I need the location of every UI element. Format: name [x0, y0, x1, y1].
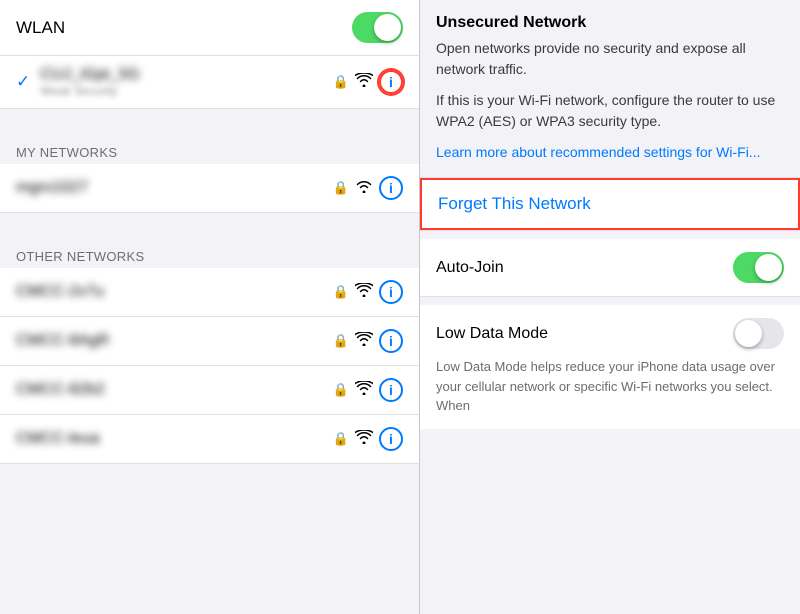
wifi-network-list: WLAN ✓ CUJ_iGpt_5G Weak Security 🔒 i [0, 0, 420, 614]
gap-autojoin [420, 231, 800, 239]
lock-icon-other1: 🔒 [333, 333, 349, 349]
other-network-info-button-0[interactable]: i [379, 280, 403, 304]
low-data-toggle[interactable] [733, 318, 784, 349]
forget-network-button[interactable]: Forget This Network [438, 194, 591, 214]
wlan-row: WLAN [0, 0, 419, 56]
unsecured-network-block: Unsecured Network Open networks provide … [420, 0, 800, 177]
auto-join-row: Auto-Join [420, 239, 800, 297]
other-network-icons-0: 🔒 i [333, 280, 403, 304]
my-network-icons-1: 🔒 i [333, 176, 403, 200]
connected-network-row: ✓ CUJ_iGpt_5G Weak Security 🔒 i [0, 56, 419, 109]
connected-network-sub: Weak Security [40, 84, 333, 98]
connected-checkmark: ✓ [16, 72, 30, 92]
other-network-icons-1: 🔒 i [333, 329, 403, 353]
lock-icon-my1: 🔒 [333, 180, 349, 196]
other-network-icons-2: 🔒 i [333, 378, 403, 402]
lock-icon-other2: 🔒 [333, 382, 349, 398]
auto-join-toggle[interactable] [733, 252, 784, 283]
my-network-name-1: mgro1027 [16, 179, 333, 197]
wifi-icon-other0 [355, 283, 373, 301]
network-detail-panel: Unsecured Network Open networks provide … [420, 0, 800, 614]
connected-network-name: CUJ_iGpt_5G [40, 66, 333, 84]
wifi-icon-other2 [355, 381, 373, 399]
low-data-description: Low Data Mode helps reduce your iPhone d… [436, 357, 784, 416]
other-network-info-button-3[interactable]: i [379, 427, 403, 451]
wifi-signal-icon [355, 73, 373, 91]
unsecured-network-text-1: Open networks provide no security and ex… [436, 38, 784, 80]
low-data-section: Low Data Mode Low Data Mode helps reduce… [420, 305, 800, 429]
wlan-toggle[interactable] [352, 12, 403, 43]
other-network-name-2: CMCC-82b2 [16, 381, 333, 399]
my-network-row-1: mgro1027 🔒 i [0, 164, 419, 213]
other-network-row-1: CMCC-8AgR 🔒 i [0, 317, 419, 366]
forget-network-row[interactable]: Forget This Network [420, 178, 800, 230]
gap-lowdata [420, 297, 800, 305]
wifi-icon-my1 [355, 179, 373, 197]
my-networks-header: MY NETWORKS [0, 137, 419, 164]
other-network-icons-3: 🔒 i [333, 427, 403, 451]
unsecured-network-title: Unsecured Network [436, 14, 784, 32]
other-network-row-2: CMCC-82b2 🔒 i [0, 366, 419, 415]
learn-more-link[interactable]: Learn more about recommended settings fo… [436, 142, 784, 163]
other-network-name-1: CMCC-8AgR [16, 332, 333, 350]
lock-icon-other3: 🔒 [333, 431, 349, 447]
other-network-row-3: CMCC-leua 🔒 i [0, 415, 419, 464]
gap-1 [0, 109, 419, 137]
auto-join-label: Auto-Join [436, 259, 733, 277]
lock-icon: 🔒 [333, 74, 349, 90]
connected-network-info: CUJ_iGpt_5G Weak Security [40, 66, 333, 98]
gap-2 [0, 213, 419, 241]
unsecured-network-text-2: If this is your Wi-Fi network, configure… [436, 90, 784, 132]
other-network-info-button-2[interactable]: i [379, 378, 403, 402]
wifi-icon-other3 [355, 430, 373, 448]
forget-network-section: Forget This Network [420, 177, 800, 231]
my-network-info-button-1[interactable]: i [379, 176, 403, 200]
other-network-name-3: CMCC-leua [16, 430, 333, 448]
other-networks-header: OTHER NETWORKS [0, 241, 419, 268]
other-network-row-0: CMCC-2v7u 🔒 i [0, 268, 419, 317]
other-network-info-button-1[interactable]: i [379, 329, 403, 353]
connected-network-icons: 🔒 i [333, 70, 403, 94]
wlan-label: WLAN [16, 18, 352, 38]
low-data-label: Low Data Mode [436, 325, 733, 343]
other-network-name-0: CMCC-2v7u [16, 283, 333, 301]
lock-icon-other0: 🔒 [333, 284, 349, 300]
connected-network-info-button[interactable]: i [379, 70, 403, 94]
wifi-icon-other1 [355, 332, 373, 350]
low-data-header: Low Data Mode [436, 318, 784, 349]
